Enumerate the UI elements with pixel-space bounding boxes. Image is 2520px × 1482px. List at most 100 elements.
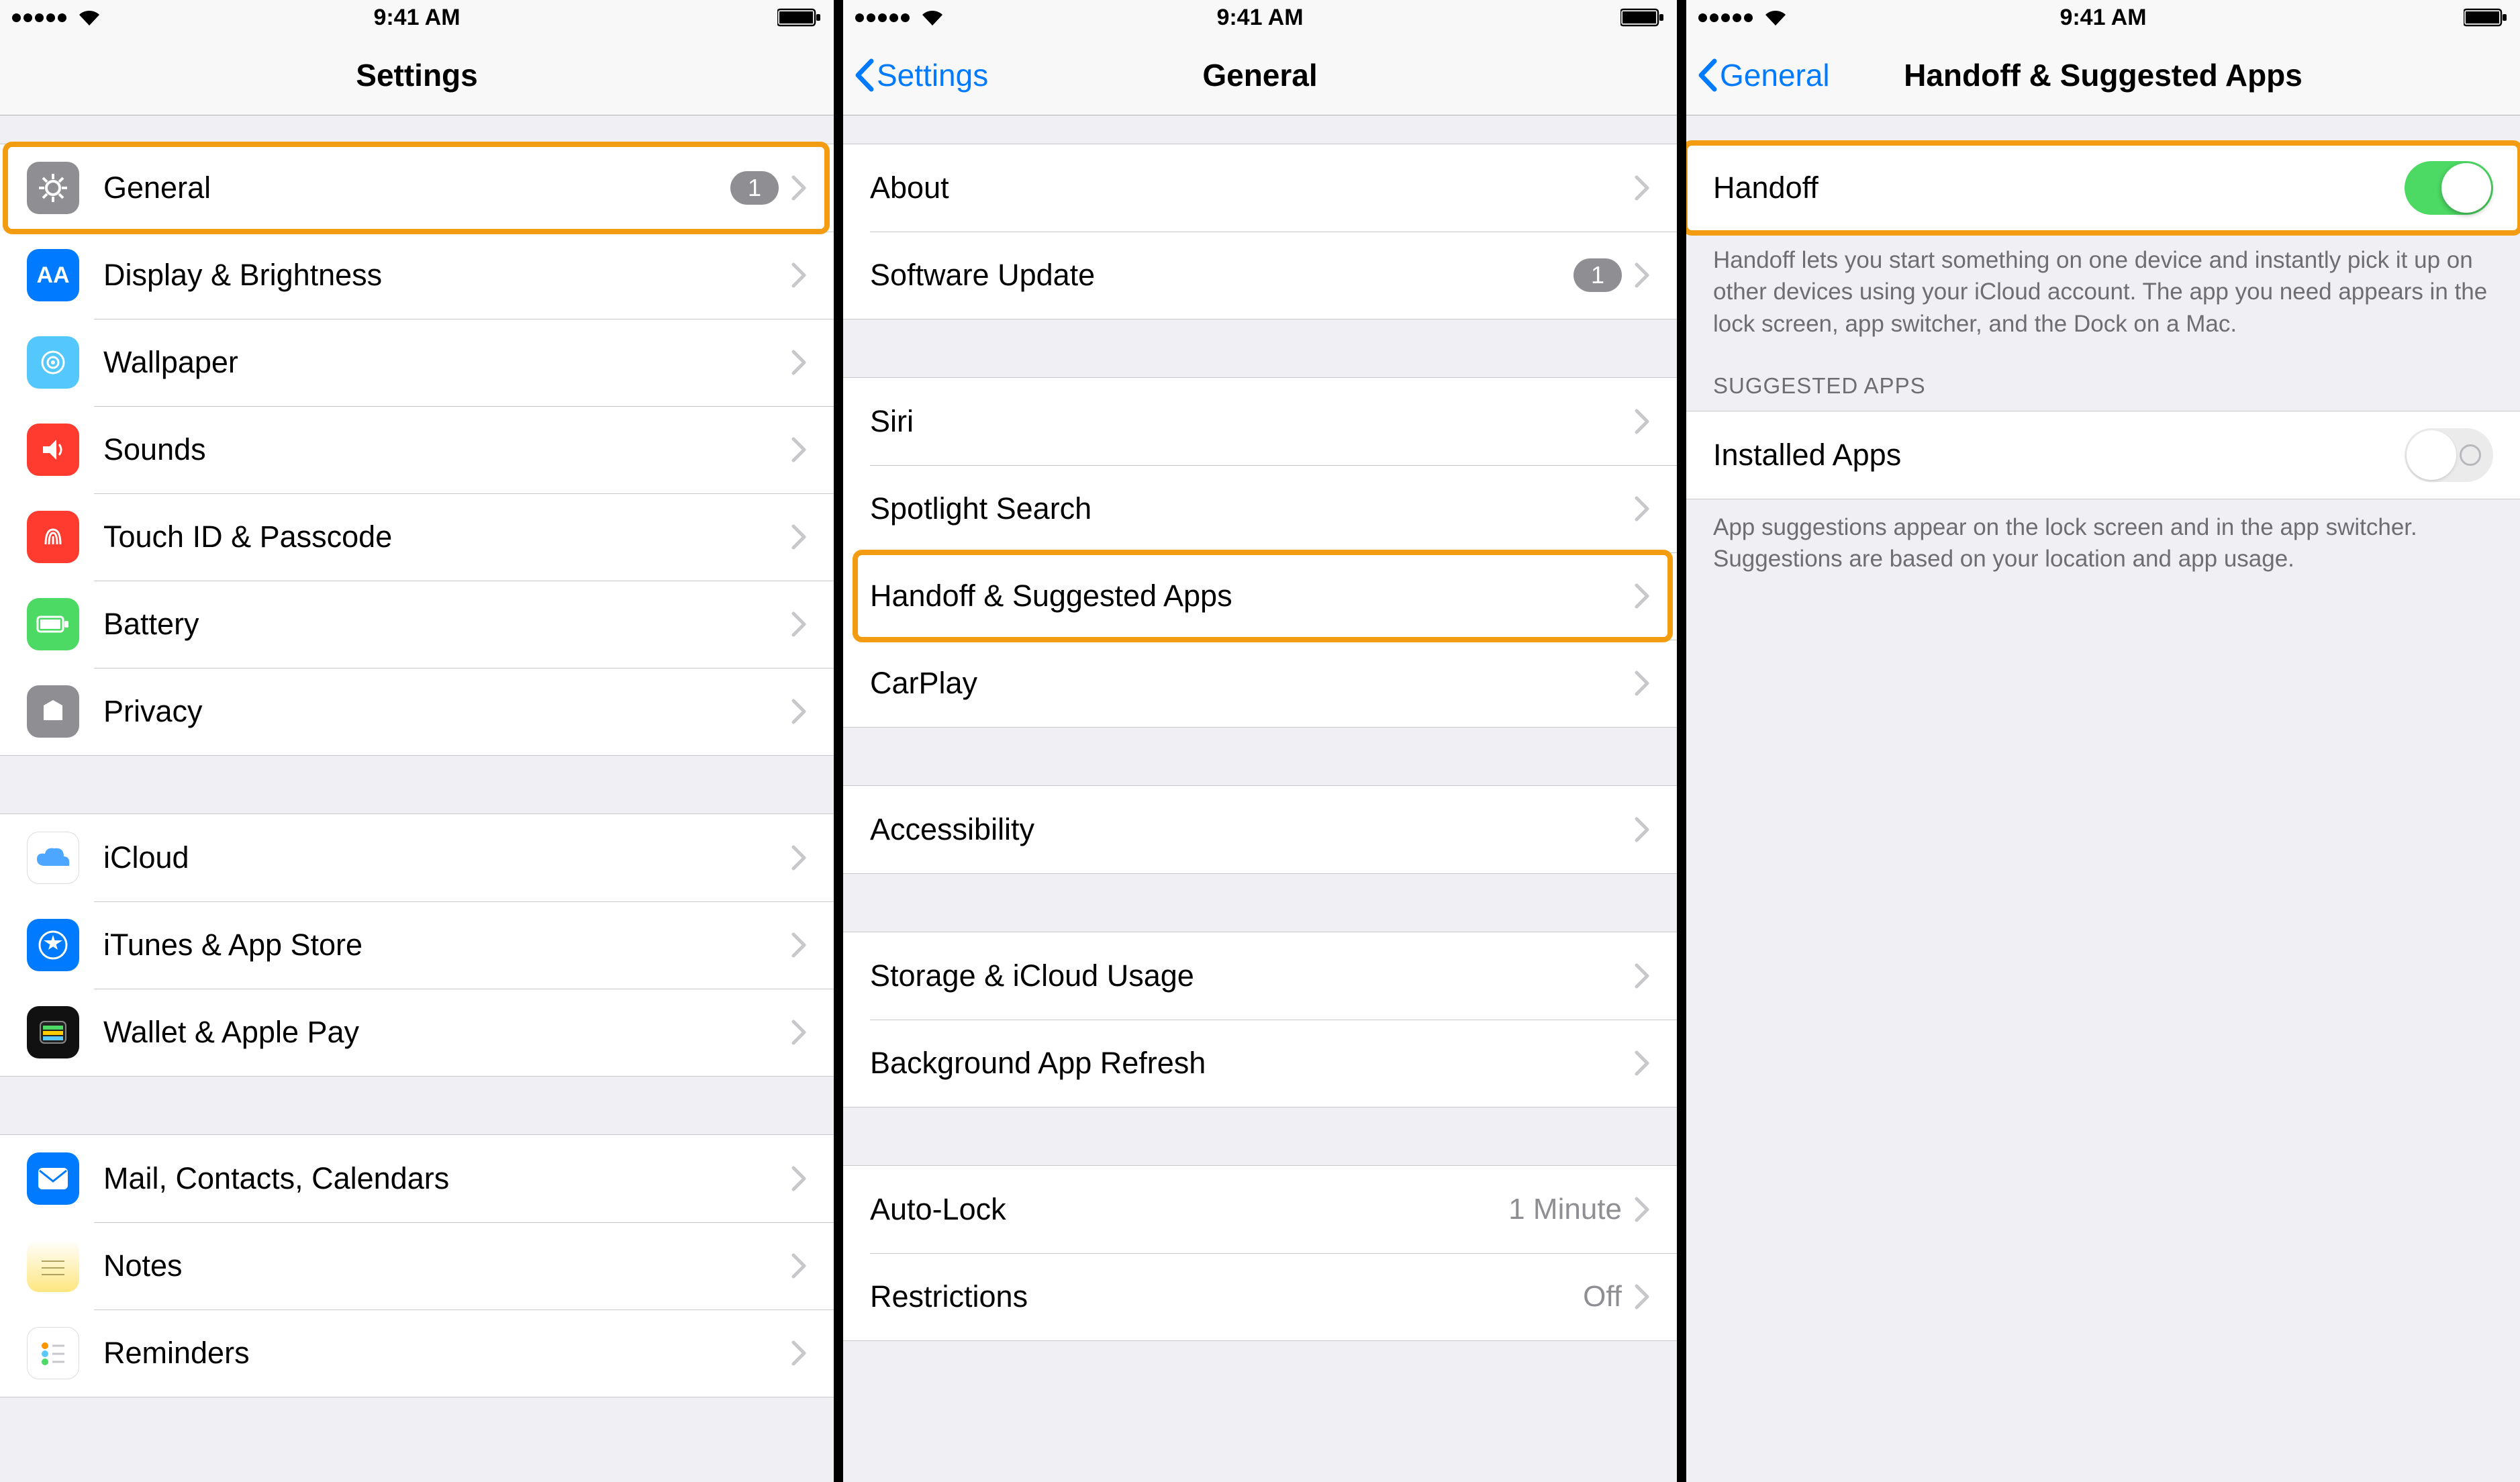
chevron-right-icon (1634, 962, 1650, 989)
status-bar: 9:41 AM (1686, 0, 2520, 35)
row-installed-apps[interactable]: Installed Apps (1686, 411, 2520, 499)
row-reminders[interactable]: Reminders (0, 1310, 834, 1397)
row-label: Restrictions (870, 1279, 1583, 1314)
itunes-icon (27, 919, 79, 971)
chevron-right-icon (791, 524, 807, 550)
touchid-icon (27, 511, 79, 563)
row-siri[interactable]: Siri (843, 378, 1677, 465)
back-label: General (1720, 57, 1830, 93)
battery-icon (777, 8, 822, 27)
back-button[interactable]: General (1696, 57, 1830, 93)
row-sounds[interactable]: Sounds (0, 406, 834, 493)
chevron-right-icon (1634, 1283, 1650, 1310)
page-title: Handoff & Suggested Apps (1904, 57, 2303, 93)
row-accessibility[interactable]: Accessibility (843, 786, 1677, 873)
row-label: Wallpaper (103, 345, 791, 380)
row-label: CarPlay (870, 666, 1634, 701)
row-bgrefresh[interactable]: Background App Refresh (843, 1020, 1677, 1107)
row-label: Storage & iCloud Usage (870, 958, 1634, 993)
row-handoff[interactable]: Handoff (1686, 144, 2520, 232)
suggested-footer: App suggestions appear on the lock scree… (1686, 499, 2520, 575)
screen-handoff: 9:41 AM General Handoff & Suggested Apps… (1686, 0, 2520, 1482)
status-time: 9:41 AM (843, 5, 1677, 31)
page-title: General (1202, 57, 1317, 93)
battery-icon (1620, 8, 1665, 27)
row-label: iCloud (103, 840, 791, 875)
wallpaper-icon (27, 336, 79, 389)
handoff-toggle[interactable] (2405, 161, 2493, 215)
chevron-right-icon (1634, 583, 1650, 609)
row-label: Software Update (870, 258, 1573, 293)
row-swupdate[interactable]: Software Update1 (843, 232, 1677, 319)
notes-icon (27, 1240, 79, 1292)
nav-bar: Settings General (843, 35, 1677, 115)
row-mail[interactable]: Mail, Contacts, Calendars (0, 1135, 834, 1222)
privacy-icon (27, 685, 79, 738)
status-time: 9:41 AM (0, 5, 834, 31)
row-label: Handoff & Suggested Apps (870, 579, 1634, 613)
chevron-right-icon (791, 932, 807, 958)
row-label: Touch ID & Passcode (103, 520, 791, 554)
row-label: Installed Apps (1713, 438, 2405, 473)
general-icon (27, 162, 79, 214)
row-carplay[interactable]: CarPlay (843, 640, 1677, 727)
chevron-right-icon (791, 175, 807, 201)
row-label: Privacy (103, 694, 791, 729)
chevron-right-icon (1634, 175, 1650, 201)
row-touchid[interactable]: Touch ID & Passcode (0, 493, 834, 581)
chevron-right-icon (791, 349, 807, 376)
nav-bar: General Handoff & Suggested Apps (1686, 35, 2520, 115)
chevron-right-icon (1634, 495, 1650, 522)
badge: 1 (1573, 258, 1622, 292)
row-about[interactable]: About (843, 144, 1677, 232)
row-label: Notes (103, 1248, 791, 1283)
row-label: Mail, Contacts, Calendars (103, 1161, 791, 1196)
icloud-icon (27, 832, 79, 884)
handoff-footer: Handoff lets you start something on one … (1686, 232, 2520, 340)
chevron-right-icon (1634, 408, 1650, 435)
chevron-right-icon (1634, 1196, 1650, 1223)
row-label: Accessibility (870, 812, 1634, 847)
chevron-right-icon (791, 1165, 807, 1192)
nav-bar: Settings (0, 35, 834, 115)
row-label: Handoff (1713, 170, 2405, 205)
row-itunes[interactable]: iTunes & App Store (0, 901, 834, 989)
status-bar: 9:41 AM (843, 0, 1677, 35)
row-display[interactable]: AADisplay & Brightness (0, 232, 834, 319)
row-label: Battery (103, 607, 791, 642)
chevron-right-icon (791, 698, 807, 725)
chevron-right-icon (791, 1340, 807, 1367)
row-privacy[interactable]: Privacy (0, 668, 834, 755)
chevron-right-icon (791, 262, 807, 289)
row-wallet[interactable]: Wallet & Apple Pay (0, 989, 834, 1076)
row-label: Background App Refresh (870, 1046, 1634, 1081)
row-label: General (103, 170, 730, 205)
row-icloud[interactable]: iCloud (0, 814, 834, 901)
row-notes[interactable]: Notes (0, 1222, 834, 1310)
back-button[interactable]: Settings (853, 57, 988, 93)
chevron-right-icon (1634, 816, 1650, 843)
chevron-right-icon (791, 611, 807, 638)
row-restrictions[interactable]: RestrictionsOff (843, 1253, 1677, 1340)
chevron-right-icon (1634, 1050, 1650, 1077)
badge: 1 (730, 171, 779, 205)
row-battery[interactable]: Battery (0, 581, 834, 668)
installed-apps-toggle[interactable] (2405, 428, 2493, 482)
row-autolock[interactable]: Auto-Lock1 Minute (843, 1166, 1677, 1253)
battery-icon (2464, 8, 2508, 27)
row-spotlight[interactable]: Spotlight Search (843, 465, 1677, 552)
suggested-apps-header: SUGGESTED APPS (1686, 340, 2520, 411)
chevron-right-icon (791, 844, 807, 871)
status-bar: 9:41 AM (0, 0, 834, 35)
status-time: 9:41 AM (1686, 5, 2520, 31)
row-wallpaper[interactable]: Wallpaper (0, 319, 834, 406)
row-storage[interactable]: Storage & iCloud Usage (843, 932, 1677, 1020)
reminders-icon (27, 1327, 79, 1379)
screen-general: 9:41 AM Settings General AboutSoftware U… (843, 0, 1677, 1482)
row-label: Wallet & Apple Pay (103, 1015, 791, 1050)
row-label: Display & Brightness (103, 258, 791, 293)
row-handoff[interactable]: Handoff & Suggested Apps (843, 552, 1677, 640)
chevron-right-icon (1634, 670, 1650, 697)
mail-icon (27, 1152, 79, 1205)
row-general[interactable]: General1 (0, 144, 834, 232)
